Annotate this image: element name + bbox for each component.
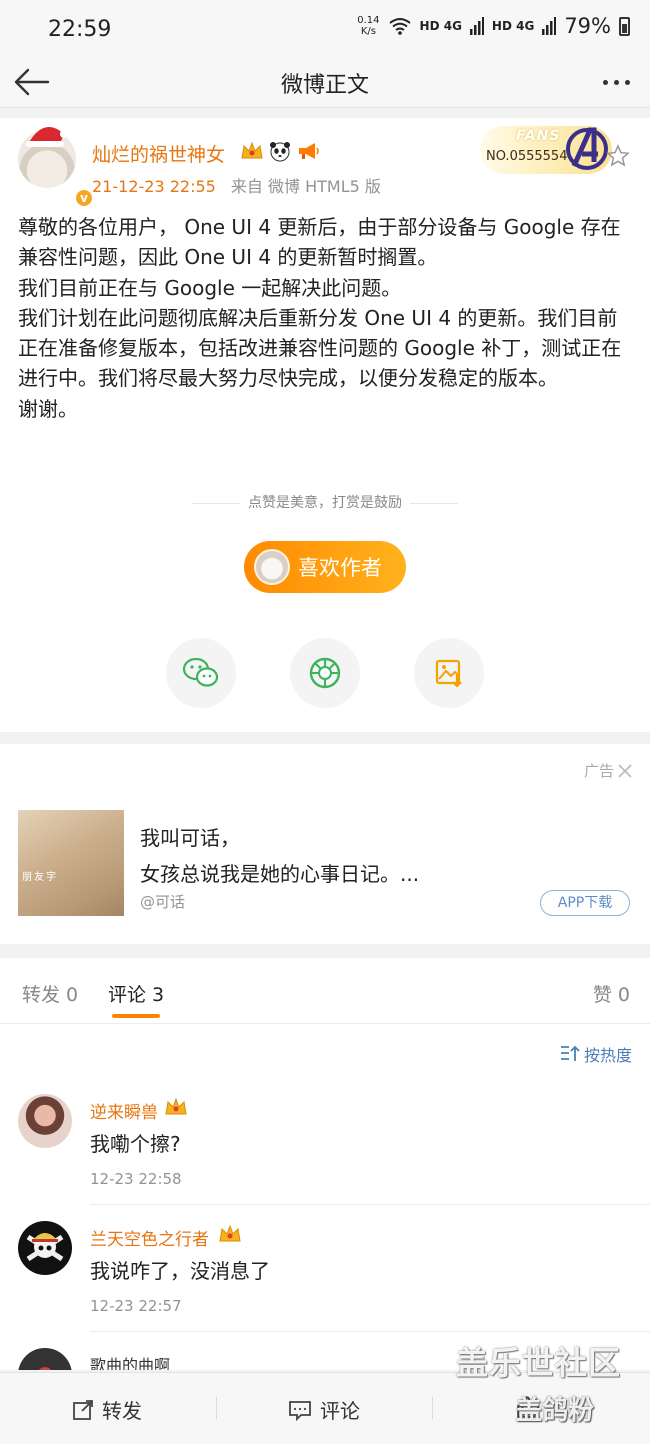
divider (90, 1331, 650, 1332)
post-time: 21-12-23 22:55 (92, 177, 216, 196)
repost-icon (73, 1399, 93, 1420)
verified-badge: v (74, 188, 94, 208)
page-title: 微博正文 (280, 73, 369, 98)
battery-icon (619, 16, 630, 36)
post-paragraph: 尊敬的各位用户， One UI 4 更新后，由于部分设备与 Google 存在兼… (18, 215, 621, 270)
ad-source: @可话 (140, 893, 186, 911)
skull-icon (26, 1233, 64, 1262)
network-speed: 0.14 K/s (357, 15, 380, 37)
watermark-community: 盖乐世社区 (456, 1344, 622, 1382)
commenter-name[interactable]: 逆来瞬兽 (90, 1098, 158, 1123)
post-source: 来自 微博 HTML5 版 (230, 177, 381, 196)
comment-icon (289, 1400, 311, 1421)
avengers-logo-icon (566, 127, 608, 170)
like-author-button[interactable]: 喜欢作者 (244, 541, 406, 593)
signal-2-label: HD 4G (491, 19, 535, 33)
moments-icon (309, 657, 341, 689)
ad-description: 女孩总说我是她的心事日记。... (140, 862, 420, 886)
like-author-label: 喜欢作者 (298, 556, 382, 580)
commenter-avatar[interactable] (18, 1094, 72, 1148)
tab-bar: 转发 0 评论 3 赞 0 (0, 958, 650, 1024)
ad-image[interactable]: 朋友字 (18, 810, 124, 916)
comment-button[interactable]: 评论 (288, 1395, 360, 1424)
close-icon[interactable] (618, 763, 632, 778)
star-icon[interactable] (606, 144, 630, 168)
ad-tag[interactable]: 广告 (584, 760, 632, 781)
wechat-icon (182, 657, 219, 687)
nav-bar: 微博正文 (0, 58, 650, 108)
divider (216, 1397, 217, 1419)
divider (90, 1204, 650, 1205)
status-bar: 22:59 0.14 K/s HD 4G HD 4G 79% (0, 0, 650, 58)
fans-badge[interactable]: FANS NO.0555554 (480, 126, 612, 174)
wifi-icon (388, 18, 411, 35)
tab-like[interactable]: 赞 0 (593, 980, 630, 1007)
app-download-button[interactable]: APP下载 (540, 890, 630, 916)
signal-icon (542, 17, 557, 35)
divider (432, 1397, 433, 1419)
sort-button[interactable]: 按热度 (560, 1042, 632, 1066)
crown-icon[interactable] (240, 140, 264, 162)
comment-text: 我嘞个擦? (90, 1132, 181, 1156)
image-download-icon (435, 659, 462, 688)
comment-text: 我说咋了，没消息了 (90, 1259, 270, 1283)
author-avatar[interactable]: v (18, 126, 94, 208)
author-badges (240, 140, 320, 162)
post-card: v 灿烂的祸世神女 21-12-23 22:55 来自 微博 HTML5 版 F… (0, 118, 650, 732)
ad-image-text: 朋友字 (22, 872, 58, 883)
author-name[interactable]: 灿烂的祸世神女 (92, 140, 225, 167)
comment-time: 12-23 22:58 (90, 1170, 182, 1188)
share-wechat-button[interactable] (166, 638, 236, 708)
commenter-avatar[interactable] (18, 1221, 72, 1275)
post-meta: 21-12-23 22:55 来自 微博 HTML5 版 (92, 173, 381, 197)
post-paragraph: 我们目前正在与 Google 一起解决此问题。 (18, 275, 402, 300)
crown-icon[interactable] (164, 1096, 188, 1118)
tab-comment[interactable]: 评论 3 (108, 980, 164, 1007)
reward-tip: 点赞是美意，打赏是鼓励 (0, 492, 650, 512)
watermark-fans: 盖鸽粉 (516, 1396, 595, 1426)
fans-label: FANS (516, 128, 561, 144)
battery-percent: 79% (564, 14, 611, 38)
crown-icon[interactable] (218, 1223, 242, 1245)
share-moments-button[interactable] (290, 638, 360, 708)
sort-icon (560, 1045, 580, 1061)
tab-repost[interactable]: 转发 0 (22, 980, 78, 1007)
post-paragraph: 谢谢。 (18, 396, 78, 421)
comment-time: 12-23 22:57 (90, 1297, 182, 1315)
panda-icon[interactable] (268, 140, 292, 162)
commenter-name[interactable]: 兰天空色之行者 (90, 1225, 209, 1250)
signal-1-label: HD 4G (419, 19, 462, 33)
repost-button[interactable]: 转发 (72, 1395, 142, 1424)
commenter-name[interactable]: 歌曲的曲啊 (90, 1352, 170, 1370)
signal-icon (469, 17, 484, 35)
comment-item: 兰天空色之行者 我说咋了，没消息了 12-23 22:57 (0, 1221, 650, 1347)
fans-number: NO.0555554 (486, 149, 568, 164)
active-tab-indicator (112, 1014, 160, 1018)
more-menu-icon[interactable] (596, 64, 636, 100)
megaphone-icon[interactable] (296, 140, 320, 162)
author-mini-avatar (254, 549, 290, 585)
comment-item: 逆来瞬兽 我嘞个擦? 12-23 22:58 (0, 1094, 650, 1220)
post-body: 尊敬的各位用户， One UI 4 更新后，由于部分设备与 Google 存在兼… (18, 212, 634, 424)
commenter-avatar[interactable] (18, 1348, 72, 1370)
status-icons: 0.14 K/s HD 4G HD 4G 79% (357, 14, 630, 38)
santa-hat-icon (26, 126, 68, 147)
ad-card[interactable]: 广告 朋友字 我叫可话， 女孩总说我是她的心事日记。... @可话 APP下载 (0, 744, 650, 944)
post-paragraph: 我们计划在此问题彻底解决后重新分发 One UI 4 的更新。我们目前正在准备修… (18, 305, 622, 391)
status-time: 22:59 (48, 17, 112, 42)
ad-title: 我叫可话， (140, 826, 240, 850)
save-image-button[interactable] (414, 638, 484, 708)
comment-list: 按热度 逆来瞬兽 我嘞个擦? 12-23 22:58 兰天空色之行者 我说咋了，… (0, 1024, 650, 1370)
share-row (0, 638, 650, 708)
